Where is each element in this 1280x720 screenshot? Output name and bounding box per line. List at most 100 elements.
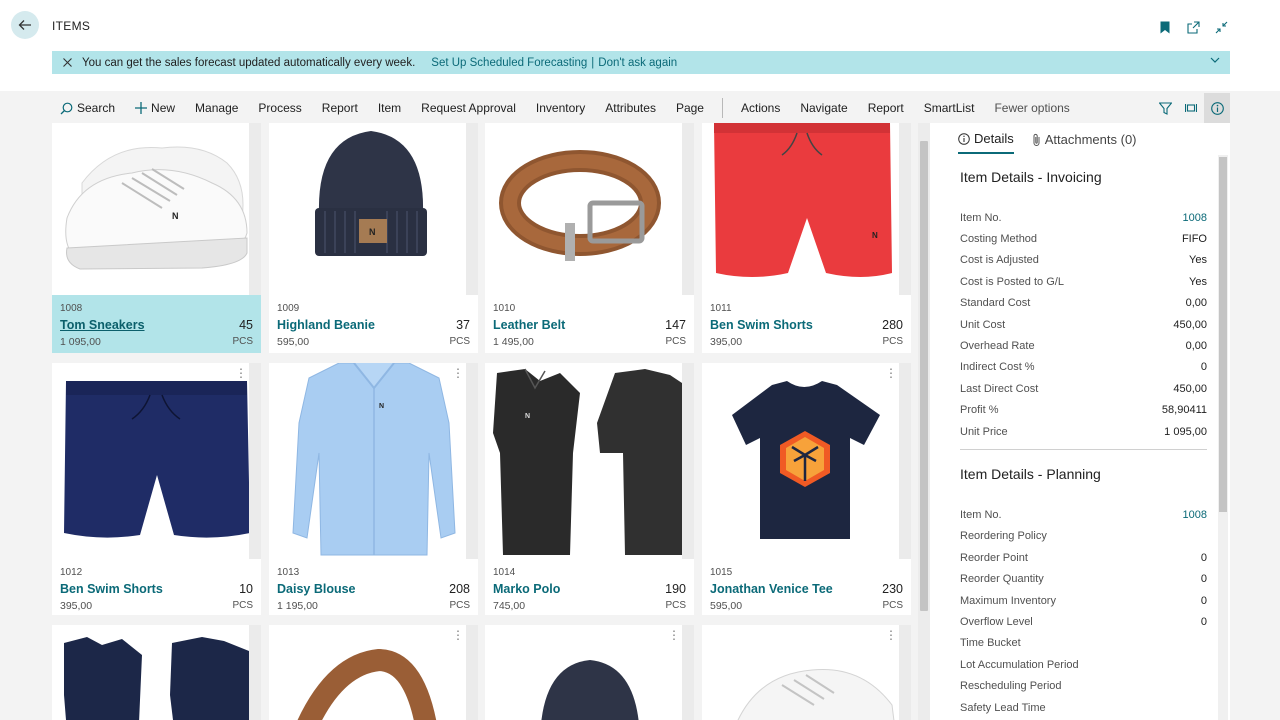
tab-details[interactable]: Details [958,131,1014,154]
tab-attachments[interactable]: Attachments (0) [1032,131,1137,154]
detail-label: Item No. [960,508,1002,521]
detail-row: Time Bucket [960,633,1207,654]
detail-label: Time Bucket [960,637,1021,650]
fewer-options-button[interactable]: Fewer options [984,93,1079,123]
item-number: 1012 [60,567,83,578]
manage-menu[interactable]: Manage [185,93,248,123]
detail-label: Reorder Point [960,551,1028,564]
open-new-window-icon[interactable] [1184,18,1202,36]
detail-label: Rescheduling Period [960,680,1062,693]
more-options-icon[interactable]: ⋮ [235,367,247,379]
detail-row: Cost is Posted to G/L Yes [960,271,1207,292]
item-tile[interactable]: N 1009 Highland Beanie 37 595,00 PCS [269,123,478,353]
report-menu-2[interactable]: Report [858,93,914,123]
detail-value: Yes [1189,254,1207,267]
item-quantity: 190 [665,582,686,596]
item-tile[interactable]: ⋮ 1015 Jonathan Venice Tee 230 595,00 PC… [702,363,911,615]
request-approval-menu[interactable]: Request Approval [411,93,526,123]
svg-text:N: N [172,211,179,221]
item-no-link[interactable]: 1008 [1183,212,1207,224]
view-layout-icon[interactable] [1178,93,1204,123]
search-button[interactable]: Search [52,93,125,123]
attributes-menu[interactable]: Attributes [595,93,666,123]
item-tile[interactable]: N ⋮ 1013 Daisy Blouse 208 1 195,00 PCS [269,363,478,615]
tile-info: 1009 Highland Beanie 37 595,00 PCS [269,295,478,353]
item-unit: PCS [665,336,686,347]
more-options-icon[interactable]: ⋮ [452,629,464,641]
detail-value: Yes [1189,275,1207,288]
detail-row: Overflow Level 0 [960,611,1207,632]
chevron-down-icon[interactable] [1210,55,1220,68]
detail-label: Overhead Rate [960,340,1035,353]
item-price: 595,00 [710,600,743,612]
item-tile[interactable]: 1010 Leather Belt 147 1 495,00 PCS [485,123,694,353]
detail-label: Standard Cost [960,297,1031,310]
tile-info: 1014 Marko Polo 190 745,00 PCS [485,559,694,617]
item-name[interactable]: Tom Sneakers [60,318,145,332]
tiles-scrollbar[interactable] [918,123,930,720]
page-menu[interactable]: Page [666,93,714,123]
item-tile[interactable]: ⋮ [485,625,694,720]
factbox-scrollbar[interactable] [1218,155,1228,720]
item-name[interactable]: Ben Swim Shorts [60,582,163,596]
new-button[interactable]: New [125,93,185,123]
item-tile[interactable]: ⋮ [702,625,911,720]
item-quantity: 208 [449,582,470,596]
item-menu[interactable]: Item [368,93,411,123]
item-number: 1009 [277,303,300,314]
item-no-link[interactable]: 1008 [1183,509,1207,521]
item-price: 745,00 [493,600,526,612]
item-name[interactable]: Ben Swim Shorts [710,318,813,332]
item-quantity: 280 [882,318,903,332]
detail-row: Costing Method FIFO [960,228,1207,249]
detail-row: Reordering Policy [960,526,1207,547]
actions-menu[interactable]: Actions [731,93,790,123]
process-menu[interactable]: Process [248,93,311,123]
navigate-menu[interactable]: Navigate [790,93,857,123]
scrollbar-thumb[interactable] [1219,157,1227,512]
bookmark-icon[interactable] [1156,18,1174,36]
section-title-invoicing: Item Details - Invoicing [960,169,1102,185]
item-tile[interactable]: N 1011 Ben Swim Shorts 280 395,00 PCS [702,123,911,353]
detail-row: Lot Accumulation Period [960,654,1207,675]
item-quantity: 37 [456,318,470,332]
item-unit: PCS [449,600,470,611]
tile-info: 1010 Leather Belt 147 1 495,00 PCS [485,295,694,353]
item-name[interactable]: Marko Polo [493,582,560,596]
item-name[interactable]: Leather Belt [493,318,565,332]
filter-icon[interactable] [1152,93,1178,123]
inventory-menu[interactable]: Inventory [526,93,595,123]
plus-icon [135,102,148,114]
item-tile[interactable] [52,625,261,720]
detail-row: Reorder Quantity 0 [960,568,1207,589]
detail-row: Last Direct Cost 450,00 [960,378,1207,399]
item-tile[interactable]: N 1008 Tom Sneakers 45 1 095,00 PCS [52,123,261,353]
collapse-icon[interactable] [1212,18,1230,36]
detail-value: 450,00 [1173,318,1207,331]
detail-value: 0 [1200,615,1207,628]
more-options-icon[interactable]: ⋮ [452,367,464,379]
item-number: 1015 [710,567,733,578]
close-icon[interactable] [52,58,82,67]
item-name[interactable]: Highland Beanie [277,318,375,332]
smartlist-menu[interactable]: SmartList [914,93,985,123]
item-image-belt [485,123,694,295]
more-options-icon[interactable]: ⋮ [885,367,897,379]
section-divider [960,449,1207,451]
item-image-beanie: ⋮ [485,625,694,720]
more-options-icon[interactable]: ⋮ [885,629,897,641]
back-button[interactable] [11,11,39,39]
setup-forecasting-link[interactable]: Set Up Scheduled Forecasting [431,57,587,69]
scrollbar-thumb[interactable] [920,141,928,611]
item-name[interactable]: Jonathan Venice Tee [710,582,833,596]
svg-text:N: N [369,227,376,237]
item-tile[interactable]: ⋮ 1012 Ben Swim Shorts 10 395,00 PCS [52,363,261,615]
info-icon[interactable] [1204,93,1230,123]
item-name[interactable]: Daisy Blouse [277,582,356,596]
report-menu[interactable]: Report [312,93,368,123]
item-tile[interactable]: ⋮ [269,625,478,720]
dont-ask-again-link[interactable]: Don't ask again [598,57,677,69]
item-number: 1008 [60,303,83,314]
item-tile[interactable]: N 1014 Marko Polo 190 745,00 PCS [485,363,694,615]
more-options-icon[interactable]: ⋮ [668,629,680,641]
